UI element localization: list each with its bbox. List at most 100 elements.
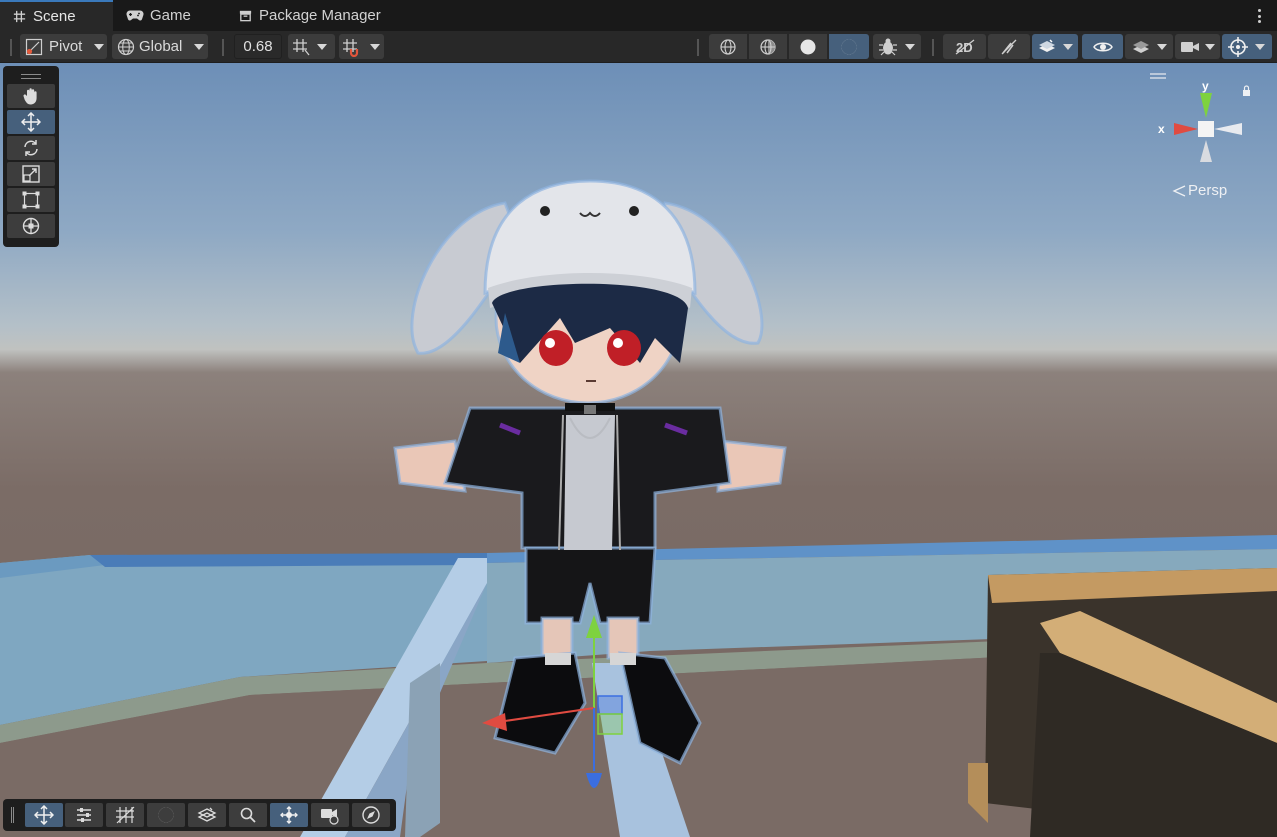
toggle-2d-button[interactable]: 2D <box>943 34 986 59</box>
move-arrows-icon <box>34 805 54 825</box>
effects-dropdown[interactable] <box>1032 34 1078 59</box>
navigation-overlay-button[interactable] <box>352 803 390 827</box>
scene-toolbar: Pivot Global 0.68 2D <box>0 31 1277 63</box>
chevron-down-icon <box>905 43 915 50</box>
layers-dropdown[interactable] <box>1125 34 1173 59</box>
move-tool-button[interactable] <box>7 110 55 134</box>
toolbar-grip[interactable] <box>10 39 12 56</box>
gizmo-neg-x-cone[interactable] <box>1214 123 1242 135</box>
overlay-drag-handle[interactable] <box>1150 73 1166 79</box>
layers-effects-icon <box>197 807 217 822</box>
tab-package-manager[interactable]: Package Manager <box>226 0 398 31</box>
camera-dropdown[interactable] <box>1175 34 1220 59</box>
rotate-icon <box>24 140 38 156</box>
gizmo-x-label: x <box>1158 122 1165 136</box>
chevron-down-icon <box>370 43 380 50</box>
toolbar-grip[interactable] <box>932 39 934 56</box>
debug-draw-dropdown[interactable] <box>873 34 921 59</box>
tab-game[interactable]: Game <box>114 0 224 31</box>
camera-icon <box>321 809 339 825</box>
lit-sphere-icon <box>158 807 174 823</box>
gizmo-center-cube[interactable] <box>1198 121 1214 137</box>
mode-2d-icon: 2D <box>955 38 974 55</box>
grid-snapping-dropdown[interactable] <box>288 34 335 59</box>
overlay-drag-handle[interactable] <box>11 807 14 823</box>
grid-icon <box>293 38 310 55</box>
rotate-tool-button[interactable] <box>7 136 55 160</box>
pivot-overlay-button[interactable] <box>270 803 308 827</box>
chevron-down-icon <box>317 43 327 50</box>
chevron-down-icon <box>1255 43 1265 50</box>
sliders-icon <box>77 808 91 822</box>
gizmos-dropdown[interactable] <box>1222 34 1272 59</box>
package-icon <box>239 10 252 22</box>
editor-tab-bar: Scene Game Package Manager <box>0 0 1277 31</box>
wall-top-edge <box>90 553 487 567</box>
bug-icon <box>879 38 897 55</box>
chevron-down-icon <box>94 43 105 50</box>
transform-tool-button[interactable] <box>7 214 55 238</box>
overlay-drag-handle[interactable] <box>7 70 55 82</box>
increment-snap-dropdown[interactable] <box>339 34 384 59</box>
bottom-overlay-toolbar <box>3 799 396 831</box>
shaded-button[interactable] <box>829 34 869 59</box>
tool-settings-button[interactable] <box>65 803 103 827</box>
pivot-label: Pivot <box>49 38 83 55</box>
tools-overlay <box>3 66 59 247</box>
projection-toggle[interactable]: Persp <box>1172 182 1227 199</box>
layers-icon <box>1133 40 1149 53</box>
chevron-down-icon <box>1157 43 1167 50</box>
tab-scene[interactable]: Scene <box>0 0 113 31</box>
pivot-dropdown[interactable]: Pivot <box>20 34 107 59</box>
globe-icon <box>117 38 135 55</box>
grid-size-field[interactable]: 0.68 <box>234 34 282 59</box>
unlit-shading-button[interactable] <box>789 34 827 59</box>
tab-label: Scene <box>33 8 76 25</box>
scene-visibility-button[interactable] <box>1082 34 1123 59</box>
scale-tool-button[interactable] <box>7 162 55 186</box>
more-options-icon[interactable] <box>1251 7 1267 25</box>
perspective-icon <box>1172 184 1186 197</box>
gizmo-x-cone[interactable] <box>1174 123 1198 135</box>
lock-icon[interactable] <box>1243 85 1250 96</box>
hand-icon <box>23 88 37 105</box>
search-icon <box>240 807 256 823</box>
chevron-down-icon <box>1063 43 1073 50</box>
tab-label: Package Manager <box>259 7 381 24</box>
draw-mode-overlay-button[interactable] <box>147 803 185 827</box>
global-label: Global <box>139 38 183 55</box>
scene-viewport[interactable] <box>0 63 1277 837</box>
layers-effects-icon <box>1039 38 1055 52</box>
wireframe-shading-button[interactable] <box>709 34 747 59</box>
global-dropdown[interactable]: Global <box>112 34 208 59</box>
shaded-wireframe-sphere-icon <box>760 38 776 55</box>
wicker-chair <box>968 568 1277 837</box>
gizmo-icon <box>1228 36 1248 57</box>
rect-transform-icon <box>22 191 40 209</box>
shaded-wireframe-button[interactable] <box>749 34 787 59</box>
move-overlay-button[interactable] <box>25 803 63 827</box>
wireframe-sphere-icon <box>720 38 736 55</box>
view-tool-button[interactable] <box>7 84 55 108</box>
toolbar-grip[interactable] <box>697 39 699 56</box>
gizmo-y-label: y <box>1202 79 1209 93</box>
move-arrows-icon <box>21 112 41 132</box>
chevron-down-icon <box>1205 43 1215 50</box>
layers-overlay-button[interactable] <box>188 803 226 827</box>
toolbar-grip[interactable] <box>222 39 224 56</box>
gizmo-neg-y-cone[interactable] <box>1200 140 1212 162</box>
grid-icon <box>116 806 135 824</box>
camera-overlay-button[interactable] <box>311 803 349 827</box>
search-overlay-button[interactable] <box>229 803 267 827</box>
lit-sphere-icon <box>841 39 857 54</box>
grid-snap-overlay-button[interactable] <box>106 803 144 827</box>
gamepad-icon <box>126 10 144 21</box>
rect-tool-button[interactable] <box>7 188 55 212</box>
scale-icon <box>22 165 40 183</box>
snap-magnet-icon <box>343 38 359 57</box>
gizmo-y-cone[interactable] <box>1200 93 1212 118</box>
light-off-icon <box>1001 39 1017 54</box>
lighting-toggle-button[interactable] <box>988 34 1030 59</box>
projection-label: Persp <box>1188 182 1228 199</box>
transform-icon <box>22 217 40 235</box>
